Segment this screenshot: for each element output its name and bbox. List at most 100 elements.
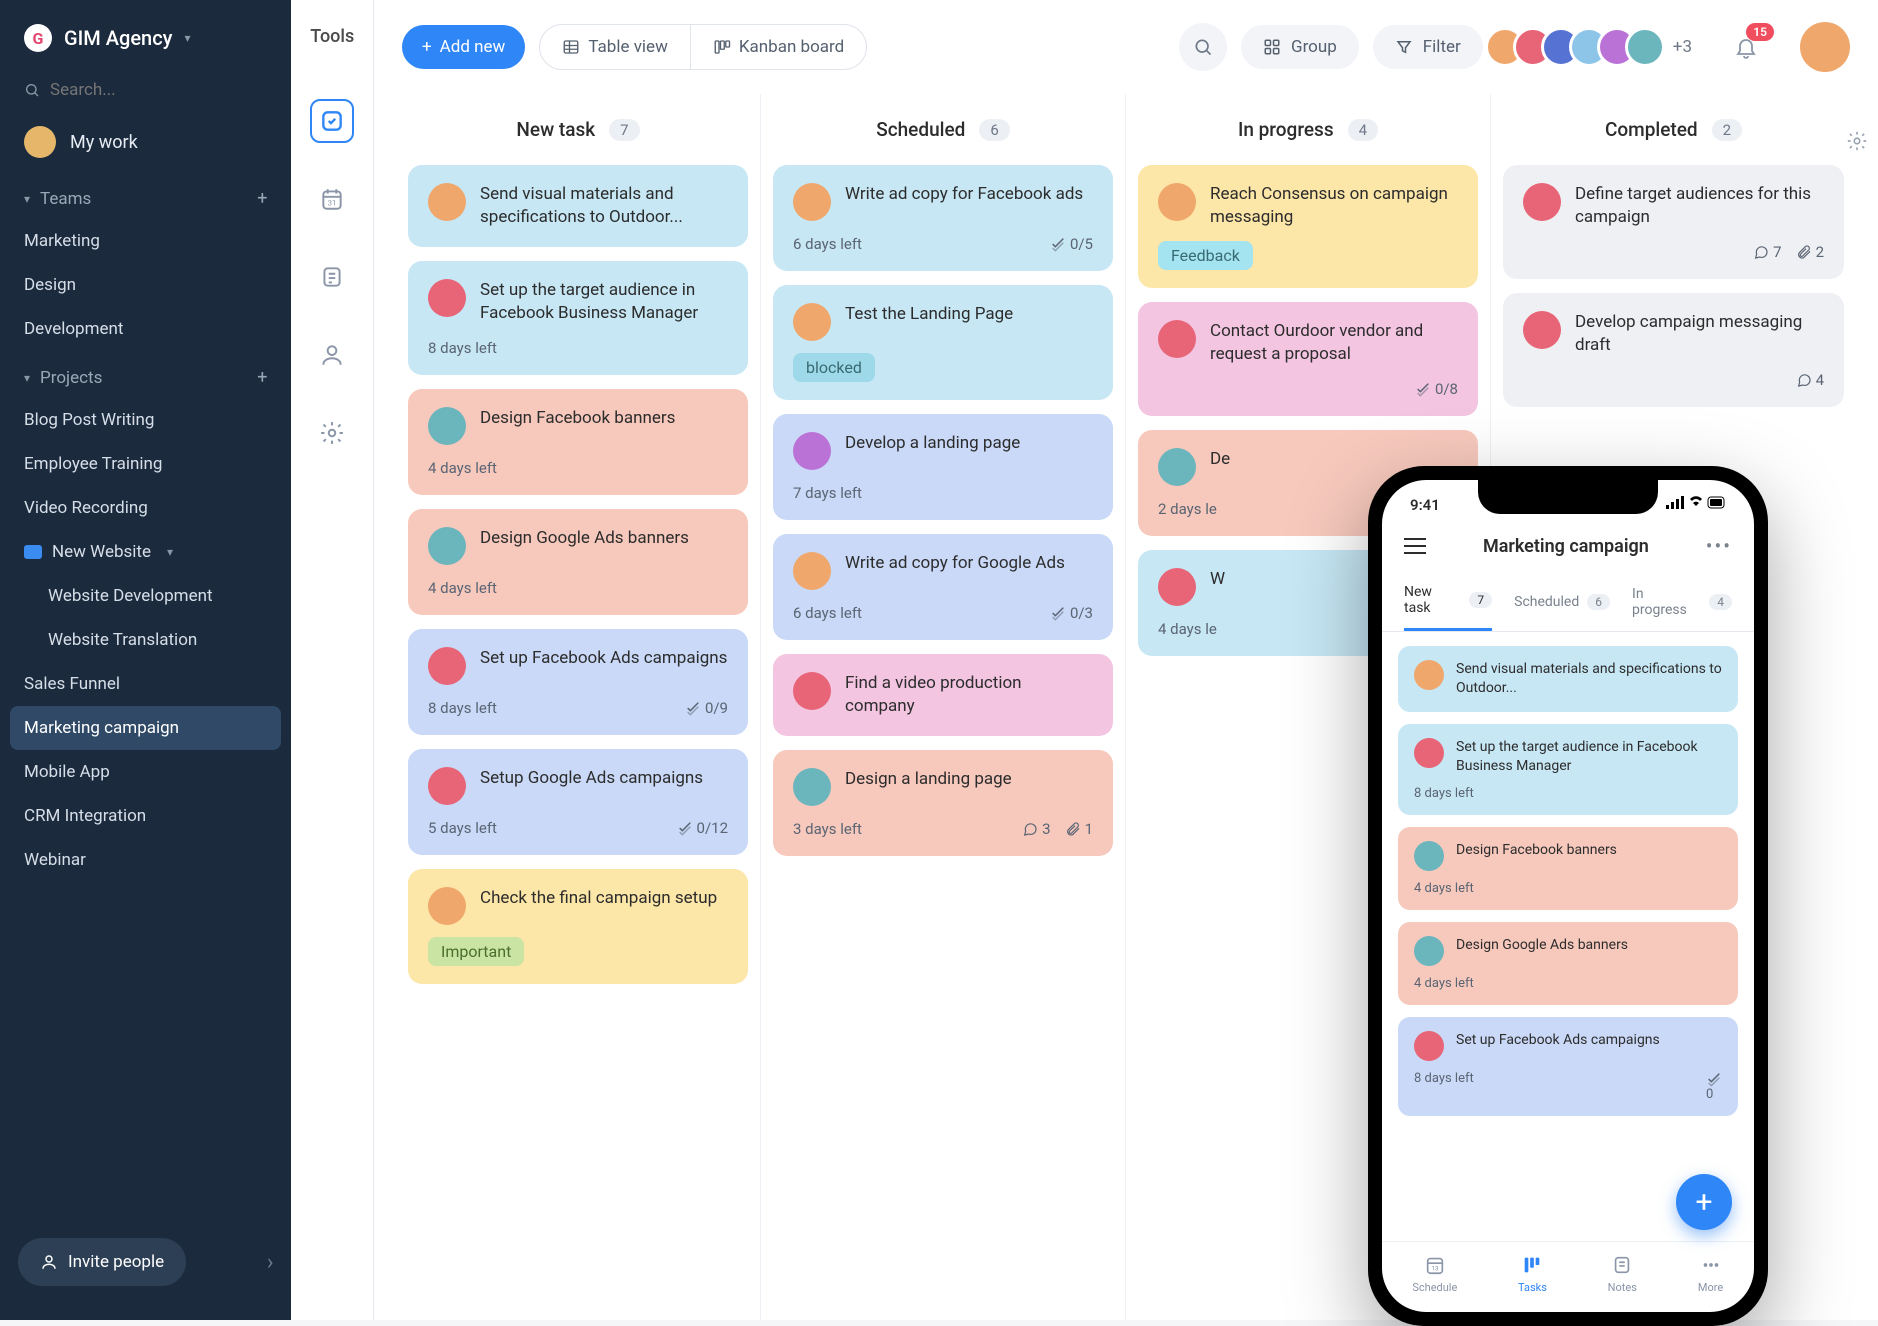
more-avatars[interactable]: +3: [1673, 37, 1692, 57]
avatar: [24, 126, 56, 158]
task-card[interactable]: Define target audiences for this campaig…: [1503, 165, 1844, 279]
add-project-button[interactable]: +: [257, 367, 267, 388]
task-card[interactable]: Setup Google Ads campaigns5 days left0/1…: [408, 749, 748, 855]
view-switcher: Table view Kanban board: [539, 24, 867, 70]
task-title: Develop a landing page: [845, 432, 1020, 470]
sidebar-project-item[interactable]: Marketing campaign: [10, 706, 281, 750]
task-tag: blocked: [793, 353, 875, 382]
my-work-link[interactable]: My work: [10, 112, 281, 172]
due-date: 3 days left: [793, 820, 862, 838]
add-team-button[interactable]: +: [257, 188, 267, 209]
assignee-avatar: [1523, 183, 1561, 221]
phone-add-button[interactable]: +: [1676, 1174, 1732, 1230]
phone-bottom-nav-item[interactable]: More: [1698, 1252, 1724, 1294]
task-card[interactable]: Write ad copy for Google Ads6 days left0…: [773, 534, 1113, 640]
invite-people-button[interactable]: Invite people: [18, 1238, 186, 1286]
phone-bottom-nav-item[interactable]: 13Schedule: [1412, 1252, 1457, 1294]
task-card[interactable]: Develop a landing page7 days left: [773, 414, 1113, 520]
phone-tab[interactable]: Scheduled6: [1514, 584, 1610, 631]
collapse-sidebar-icon[interactable]: ›: [267, 1250, 274, 1275]
more-icon[interactable]: •••: [1706, 534, 1732, 558]
sidebar-project-item[interactable]: Employee Training: [10, 442, 281, 486]
search-button[interactable]: [1179, 23, 1227, 71]
task-title: Set up Facebook Ads campaigns: [1456, 1031, 1660, 1050]
task-card[interactable]: Design Google Ads banners4 days left: [408, 509, 748, 615]
column-count: 4: [1348, 119, 1378, 141]
task-card[interactable]: Set up the target audience in Facebook B…: [408, 261, 748, 375]
hamburger-icon[interactable]: [1404, 538, 1426, 554]
assignee-avatar: [793, 672, 831, 710]
phone-task-card[interactable]: Set up the target audience in Facebook B…: [1398, 724, 1738, 815]
task-card[interactable]: Develop campaign messaging draft4: [1503, 293, 1844, 407]
phone-bottom-nav-item[interactable]: Tasks: [1518, 1252, 1547, 1294]
task-card[interactable]: Find a video production company: [773, 654, 1113, 736]
phone-bottom-nav-item[interactable]: Notes: [1608, 1252, 1637, 1294]
phone-task-card[interactable]: Design Facebook banners4 days left: [1398, 827, 1738, 910]
task-card[interactable]: Design Facebook banners4 days left: [408, 389, 748, 495]
column-count: 2: [1712, 119, 1742, 141]
task-card[interactable]: Write ad copy for Facebook ads6 days lef…: [773, 165, 1113, 271]
settings-tool-icon[interactable]: [310, 411, 354, 455]
task-title: Design Facebook banners: [1456, 841, 1617, 860]
search-input[interactable]: [50, 80, 267, 100]
phone-bottom-nav: 13Schedule Tasks Notes More: [1382, 1241, 1754, 1312]
assignee-avatar: [428, 183, 466, 221]
group-button[interactable]: Group: [1241, 25, 1359, 69]
task-card[interactable]: Set up Facebook Ads campaigns8 days left…: [408, 629, 748, 735]
task-title: Set up Facebook Ads campaigns: [480, 647, 727, 685]
task-card[interactable]: Contact Ourdoor vendor and request a pro…: [1138, 302, 1478, 416]
add-new-button[interactable]: + Add new: [402, 25, 525, 69]
sidebar-project-item[interactable]: Sales Funnel: [10, 662, 281, 706]
column-title: In progress: [1238, 118, 1334, 141]
sidebar-project-item[interactable]: Webinar: [10, 838, 281, 882]
phone-task-card[interactable]: Design Google Ads banners4 days left: [1398, 922, 1738, 1005]
task-title: Test the Landing Page: [845, 303, 1013, 341]
notifications-button[interactable]: 15: [1726, 27, 1766, 67]
sidebar-team-item[interactable]: Design: [10, 263, 281, 307]
assignee-avatar: [1523, 311, 1561, 349]
phone-mockup: 9:41 Marketing campaign ••• New task7Sch…: [1368, 466, 1768, 1326]
phone-task-card[interactable]: Set up Facebook Ads campaigns8 days left…: [1398, 1017, 1738, 1116]
search-icon: [24, 82, 40, 98]
assignee-avatar: [1158, 320, 1196, 358]
due-date: 4 days le: [1158, 620, 1217, 638]
sidebar-project-folder[interactable]: New Website▾: [10, 530, 281, 574]
table-view-button[interactable]: Table view: [540, 25, 691, 69]
notes-tool-icon[interactable]: [310, 255, 354, 299]
tasks-tool-icon[interactable]: [310, 99, 354, 143]
signal-icons: [1666, 496, 1726, 514]
task-card[interactable]: Reach Consensus on campaign messagingFee…: [1138, 165, 1478, 288]
due-date: 4 days left: [428, 459, 497, 477]
workspace-name: GIM Agency: [64, 26, 172, 50]
task-card[interactable]: Send visual materials and specifications…: [408, 165, 748, 247]
filter-button[interactable]: Filter: [1373, 25, 1483, 69]
member-avatars[interactable]: +3: [1497, 27, 1692, 67]
due-date: 6 days left: [793, 604, 862, 622]
task-card[interactable]: Design a landing page3 days left31: [773, 750, 1113, 856]
task-title: Send visual materials and specifications…: [1456, 660, 1722, 698]
kanban-view-button[interactable]: Kanban board: [691, 25, 866, 69]
task-card[interactable]: Test the Landing Page blocked: [773, 285, 1113, 400]
teams-section-header[interactable]: ▾Teams +: [10, 172, 281, 219]
workspace-switcher[interactable]: G GIM Agency ▾: [10, 14, 281, 62]
projects-section-header[interactable]: ▾Projects +: [10, 351, 281, 398]
people-tool-icon[interactable]: [310, 333, 354, 377]
column-title: Scheduled: [876, 118, 965, 141]
sidebar-project-item[interactable]: Mobile App: [10, 750, 281, 794]
calendar-tool-icon[interactable]: 31: [310, 177, 354, 221]
phone-tab[interactable]: In progress4: [1632, 584, 1732, 631]
sidebar-project-item[interactable]: Blog Post Writing: [10, 398, 281, 442]
board-settings-icon[interactable]: [1846, 130, 1868, 152]
sidebar-project-item[interactable]: Website Development: [10, 574, 281, 618]
sidebar-project-item[interactable]: Website Translation: [10, 618, 281, 662]
phone-tab[interactable]: New task7: [1404, 584, 1492, 631]
sidebar-team-item[interactable]: Marketing: [10, 219, 281, 263]
task-card[interactable]: Check the final campaign setupImportant: [408, 869, 748, 984]
sidebar-project-item[interactable]: CRM Integration: [10, 794, 281, 838]
sidebar-team-item[interactable]: Development: [10, 307, 281, 351]
current-user-avatar[interactable]: [1800, 22, 1850, 72]
search-row[interactable]: [10, 62, 281, 112]
phone-card-list[interactable]: Send visual materials and specifications…: [1382, 632, 1754, 1241]
sidebar-project-item[interactable]: Video Recording: [10, 486, 281, 530]
phone-task-card[interactable]: Send visual materials and specifications…: [1398, 646, 1738, 712]
